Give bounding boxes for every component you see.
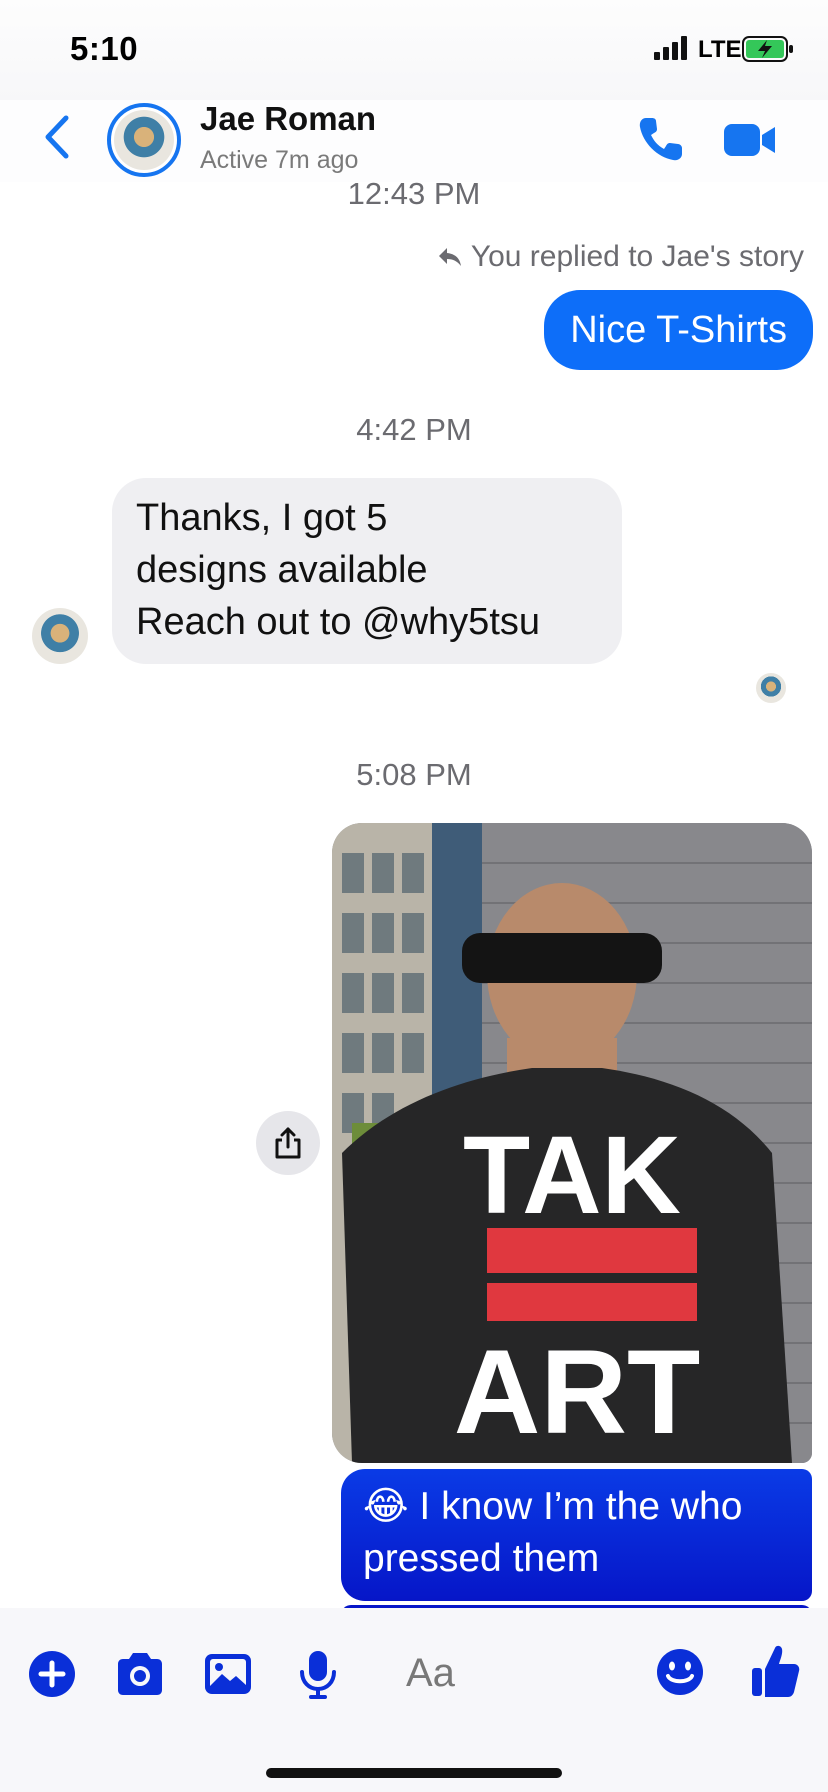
timestamp: 5:08 PM [356,757,472,792]
shirt-text-bottom: ART [454,1325,701,1459]
laughing-emoji: 😂 [363,1485,409,1528]
incoming-message[interactable]: Thanks, I got 5 designs available Reach … [112,478,622,664]
shirt-text-top: TAK [463,1114,681,1237]
message-composer [0,1608,828,1792]
read-receipt-avatar [756,673,786,703]
reply-arrow-icon [438,248,461,266]
video-camera-icon[interactable] [722,120,778,160]
avatar-image [114,110,174,170]
microphone-icon[interactable] [292,1648,344,1700]
photo-image: TAK ART [332,823,812,1463]
message-line: pressed them [363,1537,600,1580]
outgoing-message[interactable]: 😂 I know I’m the who pressed them [341,1469,812,1601]
contact-status: Active 7m ago [200,146,359,174]
emoji-icon[interactable] [654,1646,706,1698]
sender-avatar[interactable] [32,608,88,664]
share-icon [275,1127,301,1159]
message-input[interactable] [380,1640,650,1706]
network-label: LTE [698,36,742,63]
camera-icon[interactable] [114,1648,166,1700]
share-button[interactable] [256,1111,320,1175]
photo-icon[interactable] [202,1648,254,1700]
status-bar: 5:10 LTE [0,0,828,100]
thumbs-up-icon[interactable] [748,1642,802,1700]
message-line: Thanks, I got 5 [136,497,388,539]
contact-avatar[interactable] [107,103,181,177]
phone-icon[interactable] [636,114,686,164]
back-arrow-icon[interactable] [40,112,74,162]
timestamp: 4:42 PM [356,412,472,447]
conversation-header: Jae Roman Active 7m ago [0,90,828,182]
message-line: 😂 I know I’m the who [363,1485,743,1528]
status-time: 5:10 [70,30,139,67]
outgoing-message[interactable]: Nice T-Shirts [544,290,813,370]
reply-note-text: You replied to Jae's story [470,240,804,273]
photo-message[interactable]: TAK ART [332,823,812,1463]
contact-name[interactable]: Jae Roman [200,100,376,138]
message-line: designs available [136,549,428,591]
battery-icon [742,36,793,62]
signal-icon [654,36,687,60]
story-reply-note: You replied to Jae's story [437,240,804,274]
home-indicator[interactable] [266,1768,562,1778]
message-line: Reach out to @why5tsu [136,601,541,643]
plus-icon[interactable] [26,1648,78,1700]
